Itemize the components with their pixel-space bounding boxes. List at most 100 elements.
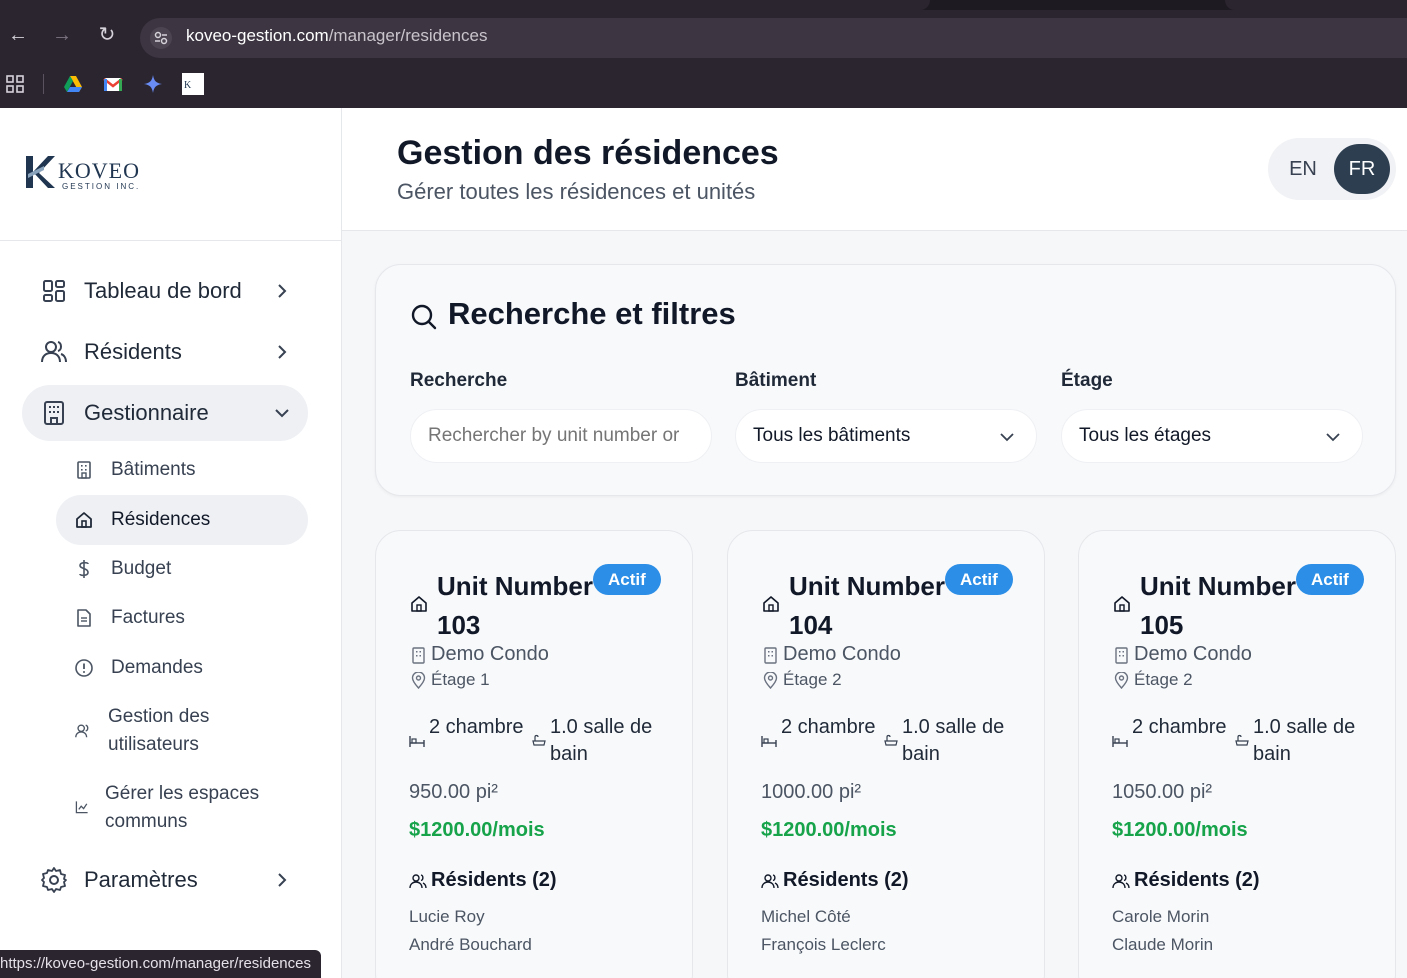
- sidebar: KOVEO GESTION INC. Tableau de bord Résid…: [0, 108, 342, 978]
- status-badge: Actif: [593, 564, 661, 595]
- building-name: Demo Condo: [431, 643, 549, 665]
- sidebar-subitem-label: Budget: [111, 558, 172, 579]
- reload-icon[interactable]: ↻: [96, 24, 118, 46]
- map-pin-icon: [1114, 672, 1129, 689]
- sidebar-item-dashboard[interactable]: Tableau de bord: [22, 263, 308, 319]
- search-input[interactable]: [410, 409, 712, 463]
- sidebar-divider: [0, 240, 341, 241]
- sidebar-item-settings[interactable]: Paramètres: [22, 852, 308, 908]
- building-icon: [764, 647, 777, 664]
- sidebar-item-user-management[interactable]: Gestion des utilisateurs: [56, 698, 308, 764]
- resident-name: Lucie Roy: [409, 907, 485, 926]
- sidebar-item-residences[interactable]: Résidences: [56, 495, 308, 545]
- sidebar-subitem-label: Bâtiments: [111, 459, 196, 480]
- sidebar-item-buildings[interactable]: Bâtiments: [56, 445, 308, 495]
- forward-arrow-icon[interactable]: →: [51, 24, 73, 46]
- gemini-icon[interactable]: [142, 73, 164, 95]
- home-icon: [76, 512, 92, 528]
- tab-other[interactable]: [1225, 0, 1407, 10]
- bath-icon: [1235, 734, 1249, 746]
- building-name: Demo Condo: [1134, 643, 1252, 665]
- filters-title: Recherche et filtres: [448, 296, 736, 331]
- bathrooms-text: 1.0 salle de bain: [902, 716, 1005, 765]
- url-text[interactable]: koveo-gestion.com/manager/residences: [186, 26, 487, 46]
- rent-text: $1200.00/mois: [409, 819, 545, 841]
- home-icon: [1114, 596, 1130, 612]
- status-badge: Actif: [1296, 564, 1364, 595]
- search-label: Recherche: [410, 370, 508, 391]
- sidebar-item-label: Tableau de bord: [84, 278, 242, 303]
- home-icon: [411, 596, 427, 612]
- logo-subtitle: GESTION INC.: [62, 182, 141, 191]
- sidebar-item-manager[interactable]: Gestionnaire: [22, 385, 308, 441]
- floor-text: Étage 2: [783, 670, 842, 689]
- apps-grid-icon[interactable]: [4, 73, 26, 95]
- url-path: /manager/residences: [328, 26, 488, 45]
- sidebar-subitem-label: Demandes: [111, 657, 203, 678]
- sidebar-item-invoices[interactable]: Factures: [56, 593, 308, 643]
- unit-card[interactable]: Unit Number 105 Actif Demo Condo Étage 2…: [1078, 530, 1396, 978]
- area-text: 1000.00 pi²: [761, 781, 862, 803]
- language-toggle: EN FR: [1268, 138, 1396, 200]
- chevron-down-icon: [275, 409, 289, 418]
- users-icon: [41, 341, 67, 363]
- chevron-down-icon: [1326, 433, 1340, 442]
- building-icon: [44, 401, 64, 425]
- site-info-icon[interactable]: [150, 27, 172, 49]
- chevron-right-icon: [278, 284, 287, 298]
- bookmarks-bar: K: [0, 62, 1407, 106]
- sidebar-item-residents[interactable]: Résidents: [22, 324, 308, 380]
- home-icon: [763, 596, 779, 612]
- tab-active[interactable]: [0, 0, 930, 10]
- floor-select[interactable]: Tous les étages: [1061, 409, 1363, 463]
- logo-text: KOVEO: [58, 158, 140, 183]
- page-header: Gestion des résidences Gérer toutes les …: [342, 108, 1407, 231]
- sidebar-item-budget[interactable]: Budget: [56, 544, 308, 594]
- gmail-icon[interactable]: [102, 73, 124, 95]
- sidebar-subitem-label: Gestion des utilisateurs: [108, 706, 210, 755]
- sidebar-subitem-label: Gérer les espaces communs: [105, 783, 260, 832]
- gear-icon: [41, 867, 67, 893]
- chevron-down-icon: [1000, 433, 1014, 442]
- dollar-icon: [79, 560, 89, 578]
- koveo-favicon[interactable]: K: [182, 73, 204, 95]
- floor-select-value: Tous les étages: [1079, 425, 1212, 446]
- koveo-logo[interactable]: KOVEO GESTION INC.: [24, 154, 164, 194]
- resident-name: Carole Morin: [1112, 907, 1210, 926]
- back-arrow-icon[interactable]: ←: [7, 24, 29, 46]
- resident-name: François Leclerc: [761, 935, 886, 954]
- sidebar-item-common-spaces[interactable]: Gérer les espaces communs: [56, 775, 308, 841]
- search-icon: [411, 304, 437, 330]
- unit-card[interactable]: Unit Number 103 Actif Demo Condo Étage 1…: [375, 530, 693, 978]
- resident-name: Claude Morin: [1112, 935, 1214, 954]
- area-text: 1050.00 pi²: [1112, 781, 1213, 803]
- dashboard-grid-icon: [43, 280, 65, 302]
- floor-text: Étage 1: [431, 670, 490, 689]
- lang-fr-button[interactable]: FR: [1334, 144, 1390, 194]
- tab-strip: [0, 0, 1407, 10]
- unit-title: Unit Number 104: [789, 571, 945, 640]
- sidebar-item-requests[interactable]: Demandes: [56, 643, 308, 693]
- bath-icon: [532, 734, 546, 746]
- chevron-right-icon: [278, 873, 287, 887]
- lang-en-button[interactable]: EN: [1274, 144, 1332, 194]
- search-filters-card: Recherche et filtres Recherche Bâtiment …: [375, 264, 1396, 496]
- bedrooms-text: 2 chambre: [781, 716, 876, 738]
- sidebar-item-label: Paramètres: [84, 867, 198, 892]
- users-icon: [761, 874, 779, 889]
- google-drive-icon[interactable]: [62, 73, 84, 95]
- building-select[interactable]: Tous les bâtiments: [735, 409, 1037, 463]
- resident-name: Michel Côté: [761, 907, 851, 926]
- page-subtitle: Gérer toutes les résidences et unités: [397, 179, 756, 204]
- residents-title: Résidents (2): [1134, 869, 1260, 891]
- floor-label: Étage: [1061, 370, 1113, 391]
- bath-icon: [884, 734, 898, 746]
- users-icon: [75, 724, 89, 738]
- resident-name: André Bouchard: [409, 935, 532, 954]
- sidebar-item-label: Gestionnaire: [84, 400, 209, 425]
- status-badge: Actif: [945, 564, 1013, 595]
- sidebar-item-label: Résidents: [84, 339, 182, 364]
- unit-card[interactable]: Unit Number 104 Actif Demo Condo Étage 2…: [727, 530, 1045, 978]
- bed-icon: [409, 736, 425, 747]
- users-icon: [1112, 874, 1130, 889]
